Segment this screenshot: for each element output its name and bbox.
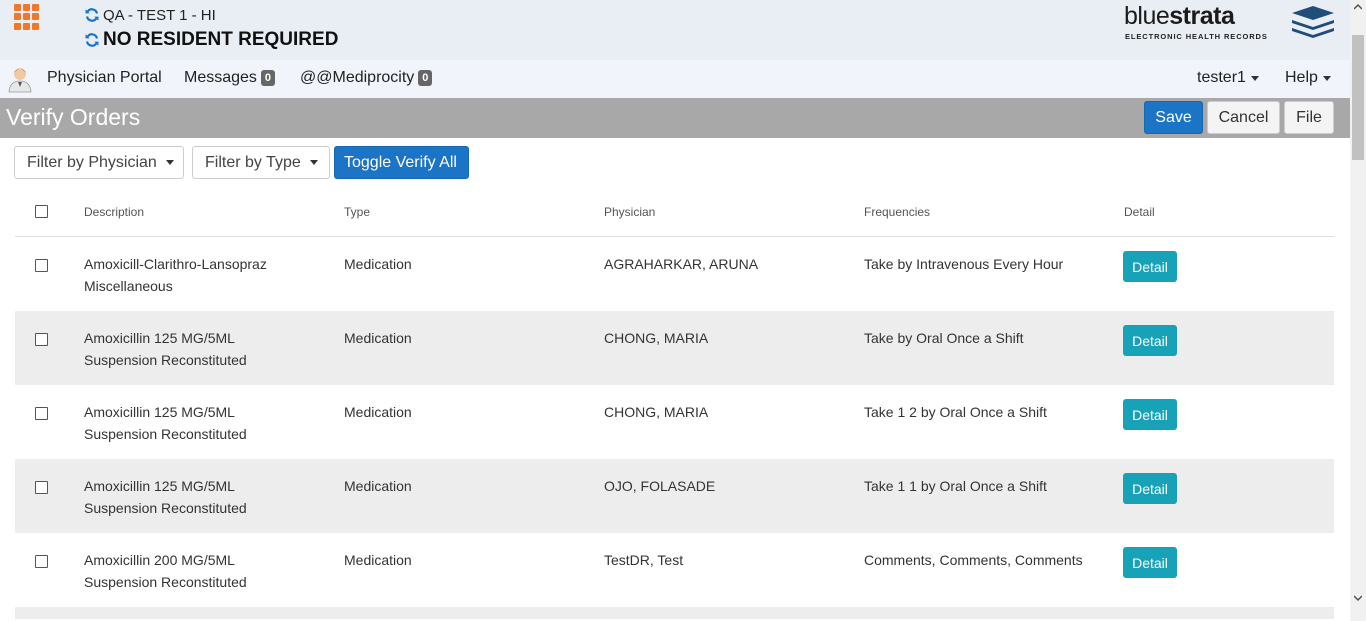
refresh-icon[interactable] [84,32,100,48]
orders-table: Description Type Physician Frequencies D… [15,187,1334,619]
order-frequency: Take by Intravenous Every Hour [864,256,1064,272]
row-verify-checkbox[interactable] [35,407,48,420]
filter-physician-dropdown[interactable]: Filter by Physician [14,146,184,179]
order-frequency: Take 1 2 by Oral Once a Shift [864,404,1047,420]
file-button[interactable]: File [1284,101,1334,134]
help-menu-label: Help [1285,69,1318,86]
order-physician: CHONG, MARIA [604,330,709,346]
table-row: Amoxicillin 125 MG/5ML Suspension Reconst… [15,311,1334,385]
column-header-type[interactable]: Type [344,205,370,219]
save-button[interactable]: Save [1144,101,1203,134]
table-row: Amoxicillin 125 MG/5ML Suspension Reconst… [15,459,1334,533]
detail-button[interactable]: Detail [1123,251,1177,282]
table-header: Description Type Physician Frequencies D… [15,187,1334,237]
vertical-scrollbar[interactable] [1350,0,1366,621]
resident-context[interactable]: NO RESIDENT REQUIRED [103,29,338,51]
scroll-down-icon[interactable] [1354,594,1362,602]
column-header-frequencies[interactable]: Frequencies [864,205,930,219]
nav-mediprocity[interactable]: @@Mediprocity 0 [300,69,433,87]
row-verify-checkbox[interactable] [35,555,48,568]
nav-bar: Physician Portal Messages 0 @@Mediprocit… [0,60,1350,98]
order-type: Medication [344,404,412,420]
logo-layers-icon [1292,6,1334,38]
page-header: Verify Orders Save Cancel File [0,98,1350,138]
order-physician: TestDR, Test [604,552,684,568]
table-row: Amoxicillin 200 MG/5ML Suspension Reconst… [15,533,1334,607]
nav-physician-portal[interactable]: Physician Portal [47,69,162,87]
detail-button[interactable]: Detail [1123,325,1177,356]
chevron-down-icon [165,160,174,165]
detail-button[interactable]: Detail [1123,399,1177,430]
column-header-description[interactable]: Description [84,205,144,219]
scroll-up-icon[interactable] [1354,3,1362,11]
nav-physician-portal-label: Physician Portal [47,69,162,86]
order-type: Medication [344,552,412,568]
order-description: Amoxicillin 125 MG/5ML Suspension Reconst… [84,478,247,516]
filter-type-dropdown[interactable]: Filter by Type [192,146,330,179]
table-row: Amoxicillin 125 MG/5ML Suspension Reconst… [15,385,1334,459]
order-description: Amoxicillin 200 MG/5ML Suspension Reconst… [84,552,247,590]
column-header-detail: Detail [1124,205,1155,219]
chevron-down-icon [1250,75,1259,81]
nav-messages-label: Messages [184,69,257,86]
facility-context[interactable]: QA - TEST 1 - HI [103,7,216,24]
table-row: Amoxicill-Clarithro-Lansopraz Miscellaneo… [15,237,1334,311]
order-physician: OJO, FOLASADE [604,478,716,494]
order-description: Amoxicillin 125 MG/5ML Suspension Reconst… [84,404,247,442]
order-frequency: Comments, Comments, Comments [864,552,1083,568]
nav-mediprocity-label: @@Mediprocity [300,69,415,86]
cancel-button[interactable]: Cancel [1207,101,1280,134]
chevron-down-icon [309,160,318,165]
detail-button[interactable]: Detail [1123,473,1177,504]
scrollbar-thumb[interactable] [1352,35,1364,160]
user-menu[interactable]: tester1 [1197,69,1259,87]
row-verify-checkbox[interactable] [35,259,48,272]
order-frequency: Take by Oral Once a Shift [864,330,1024,346]
order-type: Medication [344,256,412,272]
messages-count-badge: 0 [260,70,276,86]
physician-avatar [6,65,34,93]
order-type: Medication [344,478,412,494]
chevron-down-icon [1322,75,1331,81]
refresh-icon[interactable] [84,7,100,23]
order-description: Amoxicillin 125 MG/5ML Suspension Reconst… [84,330,247,368]
select-all-checkbox[interactable] [35,205,48,218]
filter-physician-label: Filter by Physician [27,153,157,171]
nav-messages[interactable]: Messages 0 [184,69,276,87]
order-frequency: Take 1 1 by Oral Once a Shift [864,478,1047,494]
mediprocity-count-badge: 0 [418,70,433,86]
toggle-verify-all-button[interactable]: Toggle Verify All [334,146,469,179]
filter-type-label: Filter by Type [205,153,301,171]
help-menu[interactable]: Help [1285,69,1331,87]
detail-button[interactable]: Detail [1123,547,1177,578]
row-verify-checkbox[interactable] [35,481,48,494]
order-physician: AGRAHARKAR, ARUNA [604,256,759,272]
page-title: Verify Orders [6,104,141,130]
row-verify-checkbox[interactable] [35,333,48,346]
order-type: Medication [344,330,412,346]
column-header-physician[interactable]: Physician [604,205,655,219]
bluestrata-logo: bluestrata ELECTRONIC HEALTH RECORDS [1122,2,1336,44]
order-physician: CHONG, MARIA [604,404,709,420]
top-banner: QA - TEST 1 - HI NO RESIDENT REQUIRED bl… [0,0,1350,60]
order-description: Amoxicill-Clarithro-Lansopraz Miscellaneo… [84,256,267,294]
user-menu-label: tester1 [1197,69,1246,86]
app-grid-icon[interactable] [14,4,40,30]
context-info: QA - TEST 1 - HI NO RESIDENT REQUIRED [84,5,338,54]
table-row [15,607,1334,619]
